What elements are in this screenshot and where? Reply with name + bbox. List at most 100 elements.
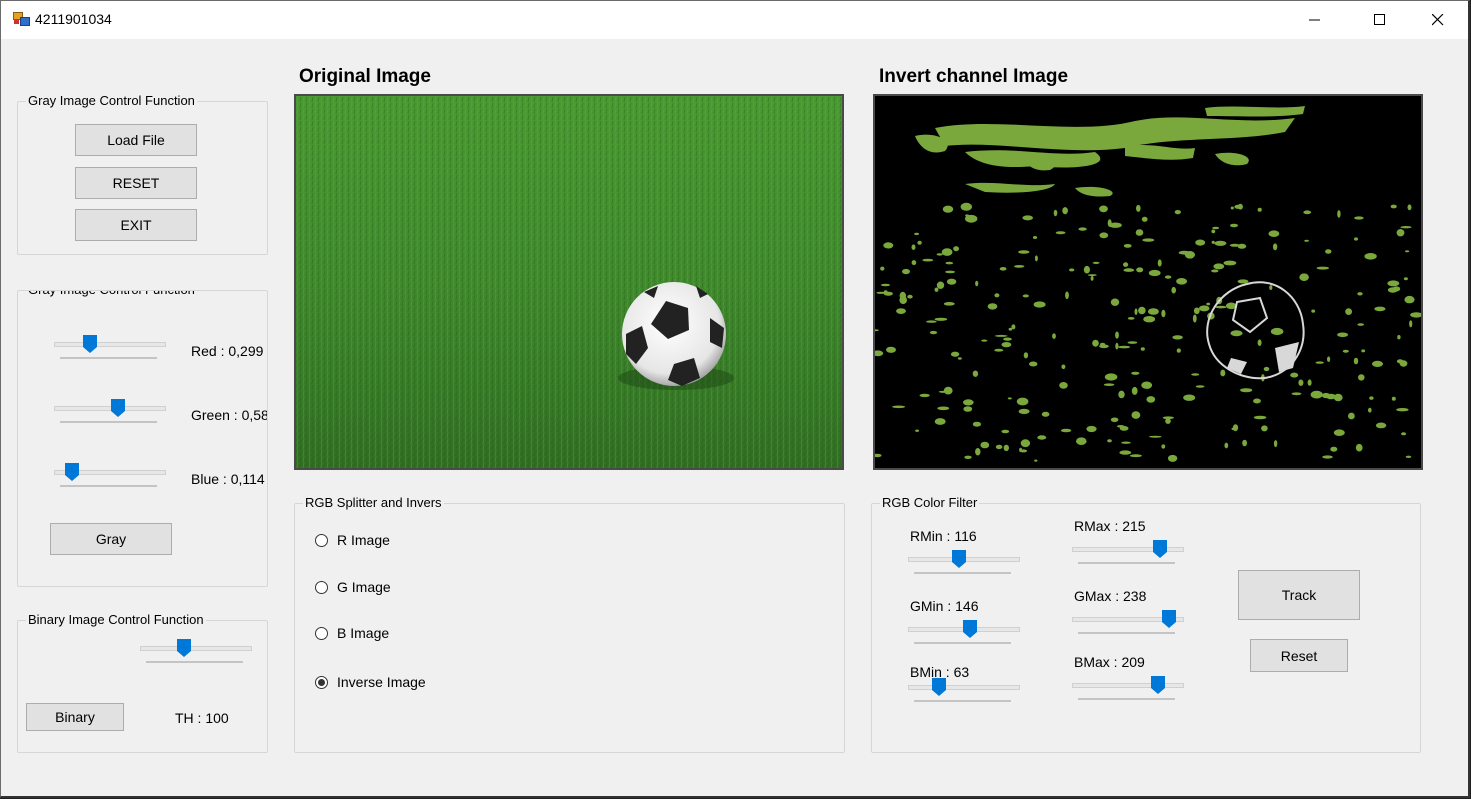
mask-speck	[907, 294, 913, 299]
mask-speck	[945, 261, 954, 265]
rmax-slider[interactable]	[1072, 540, 1184, 574]
mask-speck	[896, 308, 906, 314]
mask-speck	[1261, 425, 1268, 432]
mask-speck	[883, 242, 894, 249]
mask-speck	[1405, 250, 1410, 253]
mask-speck	[1242, 439, 1247, 447]
radio-circle[interactable]	[315, 580, 328, 594]
radio-label: Inverse Image	[337, 674, 426, 690]
bmax-slider[interactable]	[1072, 676, 1184, 710]
mask-speck	[1191, 373, 1200, 376]
rmin-slider[interactable]	[908, 550, 1020, 584]
mask-speck	[964, 455, 972, 459]
inverse-image-radio[interactable]: Inverse Image	[315, 674, 426, 690]
slider-thumb[interactable]	[111, 399, 125, 417]
mask-speck	[1353, 357, 1359, 365]
mask-speck	[915, 429, 919, 432]
maximize-icon	[1374, 14, 1385, 25]
slider-thumb[interactable]	[952, 550, 966, 568]
mask-speck	[1357, 323, 1364, 326]
slider-thumb[interactable]	[1151, 676, 1165, 694]
mask-speck	[1143, 316, 1156, 323]
mask-speck	[1345, 308, 1352, 315]
mask-speck	[1230, 206, 1234, 210]
mask-speck	[914, 232, 919, 236]
group-legend: RGB Color Filter	[880, 495, 980, 511]
mask-speck	[1076, 437, 1087, 446]
gmax-slider[interactable]	[1072, 610, 1184, 644]
mask-speck	[1253, 398, 1261, 404]
mask-speck	[1348, 412, 1355, 420]
threshold-slider[interactable]	[140, 639, 252, 673]
slider-thumb[interactable]	[177, 639, 191, 657]
mask-speck	[1237, 279, 1249, 284]
mask-speck	[1372, 360, 1383, 367]
mask-speck	[1022, 215, 1033, 221]
mask-speck	[1303, 210, 1312, 215]
minimize-button[interactable]	[1286, 1, 1344, 39]
slider-thumb[interactable]	[1153, 540, 1167, 558]
gray-button[interactable]: Gray	[50, 523, 172, 555]
slider-thumb[interactable]	[83, 335, 97, 353]
radio-circle[interactable]	[315, 675, 328, 689]
mask-speck	[1161, 309, 1166, 318]
gmin-slider[interactable]	[908, 620, 1020, 654]
slider-thumb[interactable]	[65, 463, 79, 481]
mask-speck	[1396, 408, 1409, 412]
maximize-button[interactable]	[1351, 1, 1409, 39]
reset-button[interactable]: RESET	[75, 167, 197, 199]
binary-button[interactable]: Binary	[26, 703, 124, 731]
filter-reset-button[interactable]: Reset	[1250, 639, 1348, 672]
mask-speck	[1001, 342, 1012, 348]
mask-speck	[1337, 332, 1349, 338]
mask-speck	[1299, 273, 1309, 281]
mask-speck	[1357, 292, 1363, 296]
mask-speck	[1374, 306, 1386, 312]
radio-circle[interactable]	[315, 533, 328, 547]
mask-speck	[1087, 274, 1097, 277]
b-image-radio[interactable]: B Image	[315, 625, 389, 641]
mask-speck	[1149, 435, 1162, 438]
mask-speck	[987, 303, 998, 310]
slider-thumb[interactable]	[963, 620, 977, 638]
exit-button[interactable]: EXIT	[75, 209, 197, 241]
mask-speck	[1364, 253, 1377, 260]
mask-speck	[1099, 342, 1106, 346]
mask-speck	[1018, 250, 1030, 254]
mask-speck	[1034, 459, 1038, 462]
mask-speck	[917, 240, 922, 245]
slider-thumb[interactable]	[1162, 610, 1176, 628]
mask-speck	[1118, 345, 1131, 349]
mask-speck	[945, 270, 956, 274]
g-image-radio[interactable]: G Image	[315, 579, 391, 595]
mask-speck	[1115, 342, 1119, 350]
blue-weight-slider[interactable]	[54, 463, 166, 497]
mask-speck	[1211, 269, 1219, 273]
mask-speck	[1375, 422, 1387, 429]
mask-speck	[994, 348, 1004, 352]
slider-thumb[interactable]	[932, 678, 946, 696]
mask-speck	[902, 268, 910, 275]
mask-speck	[1136, 267, 1144, 273]
mask-speck	[1230, 330, 1243, 337]
gmax-label: GMax : 238	[1074, 588, 1147, 604]
red-weight-slider[interactable]	[54, 335, 166, 369]
bmin-slider[interactable]	[908, 678, 1020, 712]
mask-speck	[963, 406, 973, 412]
mask-speck	[1037, 435, 1047, 440]
close-button[interactable]	[1409, 1, 1467, 39]
r-image-radio[interactable]: R Image	[315, 532, 390, 548]
track-button[interactable]: Track	[1238, 570, 1360, 620]
mask-speck	[1325, 249, 1332, 254]
mask-speck	[1215, 305, 1227, 309]
rmax-label: RMax : 215	[1074, 518, 1146, 534]
green-weight-slider[interactable]	[54, 399, 166, 433]
mask-speck	[1253, 415, 1267, 420]
radio-circle[interactable]	[315, 626, 328, 640]
mask-speck	[1020, 439, 1031, 448]
load-file-button[interactable]: Load File	[75, 124, 197, 156]
mask-speck	[1273, 440, 1278, 448]
mask-speck	[1103, 383, 1115, 387]
mask-speck	[1069, 268, 1075, 272]
radio-label: B Image	[337, 625, 390, 641]
